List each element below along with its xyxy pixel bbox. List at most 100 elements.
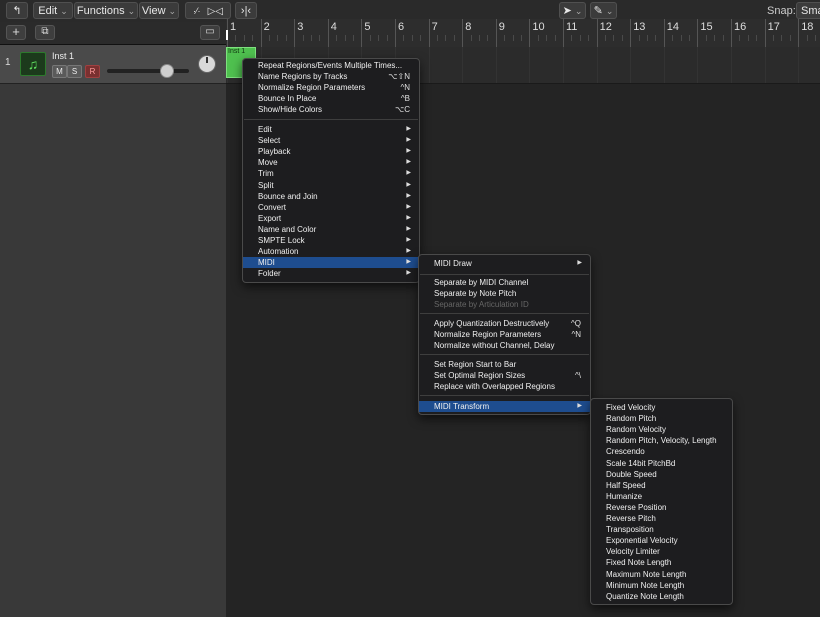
view-menu-button[interactable]: View ⌄ — [139, 2, 179, 19]
ruler-beat-tick — [722, 35, 724, 41]
region-context-menu: Repeat Regions/Events Multiple Times... N… — [242, 58, 420, 283]
bar-grid-line — [764, 47, 766, 83]
catch-flex-buttons[interactable]: ·⁄· ▷◁ — [185, 2, 231, 19]
solo-button[interactable]: S — [67, 65, 82, 78]
menu-item-label: MIDI — [258, 258, 275, 268]
midi-menu-item[interactable]: Replace with Overlapped Regions — [419, 381, 590, 392]
zoom-fit-icon[interactable]: ›|‹ — [235, 2, 257, 19]
midi-draw-item[interactable]: MIDI Draw ▶ — [419, 258, 590, 269]
submenu-item-smpte-lock[interactable]: SMPTE Lock ▶ — [243, 235, 419, 246]
submenu-item-select[interactable]: Select ▶ — [243, 135, 419, 146]
pointer-tool-button[interactable]: ➤ ⌄ — [559, 2, 586, 19]
transform-preset-item[interactable]: Reverse Pitch — [591, 513, 732, 524]
duplicate-track-icon[interactable]: ⧉ — [35, 25, 55, 40]
midi-menu-item[interactable]: Set Optimal Region Sizes ^\ — [419, 370, 590, 381]
transform-preset-item[interactable]: Reverse Position — [591, 502, 732, 513]
transform-preset-item[interactable]: Exponential Velocity — [591, 535, 732, 546]
midi-menu-item[interactable]: Apply Quantization Destructively ^Q — [419, 318, 590, 329]
ruler-bar-tick — [294, 19, 296, 47]
transform-preset-item[interactable]: Scale 14bit PitchBd — [591, 458, 732, 469]
track-header-bar: + ⧉ ▭ — [0, 22, 226, 45]
submenu-item-move[interactable]: Move ▶ — [243, 157, 419, 168]
catch-icon[interactable]: ·⁄· — [193, 6, 201, 16]
midi-menu-item[interactable]: Normalize Region Parameters ^N — [419, 329, 590, 340]
menu-item-shortcut: ⌥⇧N — [388, 72, 410, 81]
midi-transform-item[interactable]: MIDI Transform ▶ — [419, 401, 590, 412]
ruler-bar-number: 16 — [734, 21, 747, 33]
back-arrow-icon[interactable]: ↰ — [6, 2, 28, 19]
flex-icon[interactable]: ▷◁ — [208, 6, 223, 17]
submenu-item-convert[interactable]: Convert ▶ — [243, 202, 419, 213]
functions-menu-button[interactable]: Functions ⌄ — [74, 2, 138, 19]
instrument-icon[interactable]: ♫ — [20, 52, 46, 76]
track-name[interactable]: Inst 1 — [52, 51, 74, 61]
ruler-bar-tick — [260, 19, 262, 47]
menu-item-label: Half Speed — [606, 480, 646, 490]
midi-menu-item[interactable]: Set Region Start to Bar — [419, 359, 590, 370]
midi-transform-submenu: Fixed Velocity Random Pitch Random Velocit… — [590, 398, 733, 605]
submenu-item-midi[interactable]: MIDI ▶ — [243, 257, 419, 269]
ruler-beat-tick — [386, 35, 388, 41]
region-name: Inst 1 — [228, 48, 246, 55]
transform-preset-item[interactable]: Crescendo — [591, 446, 732, 457]
snap-select[interactable]: Sma — [796, 2, 820, 19]
bar-grid-line — [462, 47, 464, 83]
submenu-item-name-and-color[interactable]: Name and Color ▶ — [243, 224, 419, 235]
transform-preset-item[interactable]: Velocity Limiter — [591, 546, 732, 557]
submenu-item-automation[interactable]: Automation ▶ — [243, 246, 419, 257]
ruler-bar-number: 2 — [263, 21, 270, 33]
submenu-item-folder[interactable]: Folder ▶ — [243, 268, 419, 279]
context-menu-item[interactable]: Bounce In Place ^B — [243, 93, 419, 104]
global-tracks-icon[interactable]: ▭ — [200, 25, 220, 40]
pencil-tool-button[interactable]: ✎ ⌄ — [590, 2, 617, 19]
transform-preset-item[interactable]: Half Speed — [591, 480, 732, 491]
menu-item-label: Show/Hide Colors — [258, 105, 323, 114]
submenu-arrow-icon: ▶ — [406, 214, 411, 221]
submenu-item-bounce-and-join[interactable]: Bounce and Join ▶ — [243, 191, 419, 202]
record-enable-button[interactable]: R — [85, 65, 100, 78]
menu-item-label: Fixed Note Length — [606, 558, 672, 568]
bar-grid-line — [428, 47, 430, 83]
track-header[interactable]: 1 ♫ Inst 1 M S R — [0, 45, 226, 84]
context-menu-item[interactable]: Normalize Region Parameters ^N — [243, 82, 419, 93]
submenu-item-edit[interactable]: Edit ▶ — [243, 124, 419, 135]
ruler-bar-number: 14 — [666, 21, 680, 33]
transform-preset-item[interactable]: Fixed Note Length — [591, 557, 732, 568]
mute-button[interactable]: M — [52, 65, 67, 78]
submenu-item-playback[interactable]: Playback ▶ — [243, 146, 419, 157]
submenu-item-split[interactable]: Split ▶ — [243, 180, 419, 191]
ruler-beat-tick — [747, 35, 749, 41]
transform-preset-item[interactable]: Minimum Note Length — [591, 580, 732, 591]
transform-preset-item[interactable]: Quantize Note Length — [591, 591, 732, 602]
ruler-bar-number: 7 — [431, 21, 438, 33]
transform-preset-item[interactable]: Transposition — [591, 524, 732, 535]
midi-menu-item[interactable]: Separate by Note Pitch — [419, 288, 590, 299]
volume-slider-handle[interactable] — [160, 64, 175, 78]
playhead[interactable] — [226, 30, 228, 40]
context-menu-item[interactable]: Show/Hide Colors ⌥C — [243, 104, 419, 115]
transform-preset-item[interactable]: Maximum Note Length — [591, 569, 732, 580]
midi-menu-item[interactable]: Normalize without Channel, Delay — [419, 340, 590, 351]
ruler-beat-tick — [277, 35, 279, 41]
context-menu-item[interactable]: Name Regions by Tracks ⌥⇧N — [243, 71, 419, 82]
transform-preset-item[interactable]: Humanize — [591, 491, 732, 502]
midi-menu-item[interactable]: Separate by MIDI Channel — [419, 277, 590, 288]
transform-preset-item[interactable]: Random Pitch — [591, 413, 732, 424]
ruler-beat-tick — [470, 35, 472, 41]
transform-preset-item[interactable]: Random Pitch, Velocity, Length — [591, 435, 732, 446]
submenu-item-export[interactable]: Export ▶ — [243, 213, 419, 224]
ruler-bar-number: 5 — [364, 21, 371, 33]
submenu-arrow-icon: ▶ — [406, 148, 411, 155]
pan-knob[interactable] — [198, 55, 216, 73]
bar-ruler[interactable]: 1 2 3 4 5 6 7 8 9 10 11 12 13 14 15 16 17 18 — [226, 19, 820, 48]
volume-slider-track[interactable] — [107, 69, 189, 73]
submenu-item-trim[interactable]: Trim ▶ — [243, 168, 419, 179]
menu-separator — [420, 395, 589, 396]
context-menu-item[interactable]: Repeat Regions/Events Multiple Times... — [243, 60, 419, 71]
edit-menu-button[interactable]: Edit ⌄ — [33, 2, 73, 19]
add-track-button[interactable]: + — [6, 25, 26, 40]
transform-preset-item[interactable]: Random Velocity — [591, 424, 732, 435]
transform-preset-item[interactable]: Fixed Velocity — [591, 402, 732, 413]
transform-preset-item[interactable]: Double Speed — [591, 469, 732, 480]
ruler-beat-tick — [512, 35, 514, 41]
